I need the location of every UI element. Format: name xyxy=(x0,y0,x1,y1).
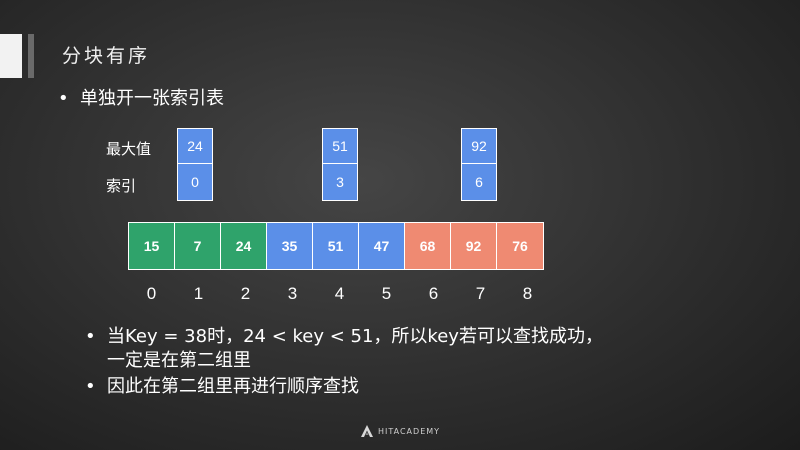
position-label: 4 xyxy=(334,284,345,303)
bullet-dot: • xyxy=(58,88,69,109)
array-cell: 24 xyxy=(221,223,267,269)
footer-logo: HITACADEMY xyxy=(360,424,440,438)
array-cell: 68 xyxy=(405,223,451,269)
array-cell: 47 xyxy=(359,223,405,269)
bullet-text: 单独开一张索引表 xyxy=(80,88,224,109)
position-label: 7 xyxy=(475,284,486,303)
max-value-label: 最大值 xyxy=(106,140,152,158)
bullet-index-table: • 单独开一张索引表 xyxy=(58,84,224,110)
index-start-cell: 6 xyxy=(461,164,497,201)
bullet-key-explanation: • 当Key = 38时，24 < key < 51，所以key若可以查找成功， xyxy=(85,322,603,348)
bullet-key-explanation-continued: 一定是在第二组里 xyxy=(107,350,251,371)
index-max-cell: 92 xyxy=(461,128,497,164)
index-start-cell: 3 xyxy=(322,164,358,201)
array-cell: 92 xyxy=(451,223,497,269)
title-accent-bar xyxy=(0,34,22,78)
array-cell: 51 xyxy=(313,223,359,269)
array-positions: 0 1 2 3 4 5 6 7 8 xyxy=(128,284,551,304)
bullet-dot: • xyxy=(85,326,96,347)
index-block-1: 24 0 xyxy=(177,128,213,202)
index-max-cell: 24 xyxy=(177,128,213,164)
array-cell: 35 xyxy=(267,223,313,269)
array-cell: 7 xyxy=(175,223,221,269)
array-cell: 76 xyxy=(497,223,543,269)
hit-academy-logo-icon xyxy=(361,425,373,437)
data-array: 15 7 24 35 51 47 68 92 76 xyxy=(128,222,544,270)
position-label: 3 xyxy=(287,284,298,303)
title-accent-thin-bar xyxy=(28,34,34,78)
position-label: 1 xyxy=(193,284,204,303)
index-block-2: 51 3 xyxy=(322,128,358,202)
bullet-text: 当Key = 38时，24 < key < 51，所以key若可以查找成功， xyxy=(107,326,603,347)
position-label: 0 xyxy=(146,284,157,303)
footer-logo-text: HITACADEMY xyxy=(378,426,441,436)
array-cell: 15 xyxy=(129,223,175,269)
position-label: 6 xyxy=(428,284,439,303)
index-block-3: 92 6 xyxy=(461,128,497,202)
slide-title: 分块有序 xyxy=(62,45,151,67)
bullet-dot: • xyxy=(85,376,96,397)
index-label: 索引 xyxy=(106,177,137,195)
index-start-cell: 0 xyxy=(177,164,213,201)
index-max-cell: 51 xyxy=(322,128,358,164)
position-label: 8 xyxy=(522,284,533,303)
bullet-text: 因此在第二组里再进行顺序查找 xyxy=(107,376,359,397)
position-label: 5 xyxy=(381,284,392,303)
position-label: 2 xyxy=(240,284,251,303)
bullet-sequential-search: • 因此在第二组里再进行顺序查找 xyxy=(85,372,359,398)
